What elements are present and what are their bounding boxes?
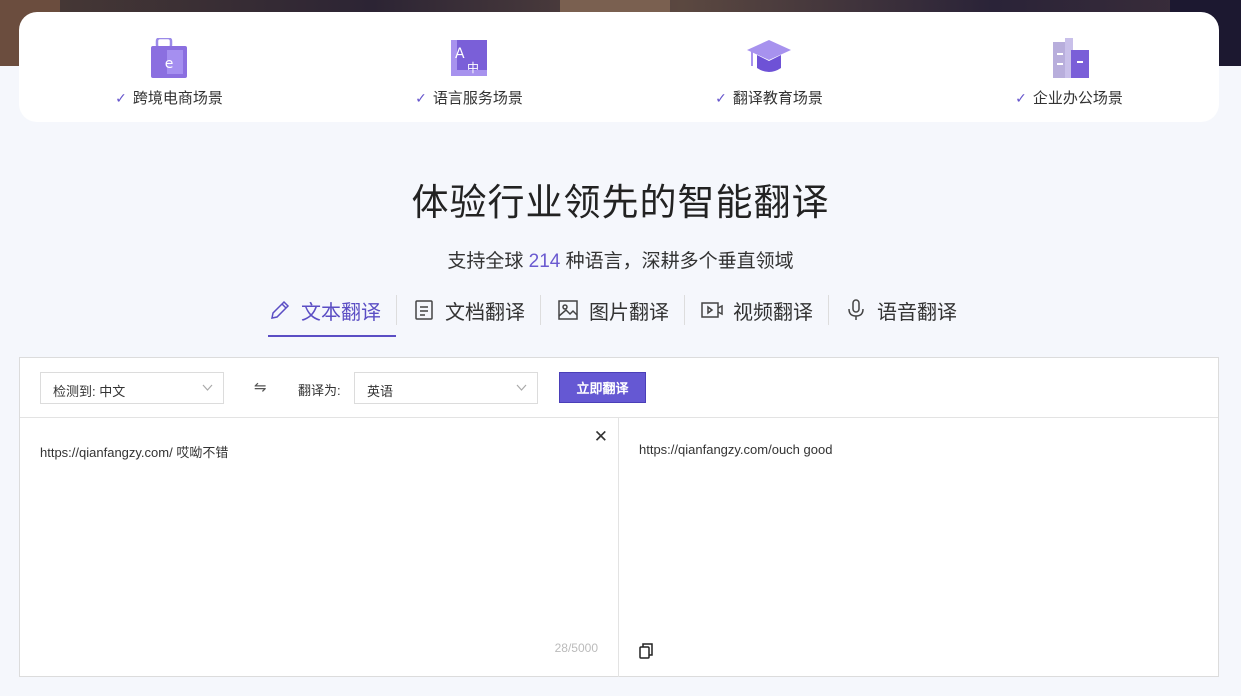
tab-label: 语音翻译	[877, 301, 957, 324]
target-language-label: 翻译为:	[298, 383, 341, 398]
page-subtitle: 支持全球 214 种语言，深耕多个垂直领域	[447, 251, 794, 272]
translation-type-tabs: 文本翻译 文档翻译 图片翻译 视频翻译 语音翻译	[268, 290, 972, 337]
target-language-select[interactable]: 英语	[354, 372, 538, 404]
scene-education[interactable]: ✓ 翻译教育场景	[619, 12, 919, 122]
tab-label: 文本翻译	[301, 301, 381, 324]
translator-panel: 检测到: 中文 ⇋ 翻译为: 英语 立即翻译 https://qianfangz…	[19, 357, 1219, 677]
tab-document-translation[interactable]: 文档翻译	[397, 290, 540, 330]
video-icon	[701, 302, 723, 318]
document-icon	[415, 300, 433, 320]
office-building-icon	[1053, 38, 1089, 78]
graduation-cap-icon	[747, 40, 791, 72]
microphone-icon	[848, 299, 864, 320]
tab-label: 视频翻译	[733, 301, 813, 324]
scene-label: 企业办公场景	[1032, 90, 1123, 107]
translator-toolbar: 检测到: 中文 ⇋ 翻译为: 英语 立即翻译	[20, 358, 1218, 418]
svg-text:A: A	[455, 46, 465, 62]
chevron-down-icon	[516, 384, 527, 391]
scene-office[interactable]: ✓ 企业办公场景	[919, 12, 1219, 122]
swap-languages-button[interactable]: ⇋	[254, 378, 267, 396]
source-text-area[interactable]: https://qianfangzy.com/ 哎呦不错 ✕ 28/5000	[20, 418, 619, 677]
pencil-icon	[271, 300, 290, 319]
tab-label: 文档翻译	[445, 301, 525, 324]
page-title: 体验行业领先的智能翻译	[411, 182, 830, 223]
shopping-bag-icon: e	[151, 38, 187, 78]
scene-language-service[interactable]: A 中 ✓ 语言服务场景	[319, 12, 619, 122]
clear-text-button[interactable]: ✕	[594, 427, 608, 447]
result-text-area: https://qianfangzy.com/ouch good	[619, 418, 1218, 677]
result-text: https://qianfangzy.com/ouch good	[639, 442, 833, 457]
scene-ecommerce[interactable]: e ✓ 跨境电商场景	[19, 12, 319, 122]
translate-now-button[interactable]: 立即翻译	[559, 372, 646, 403]
scene-label: 语言服务场景	[432, 90, 523, 107]
source-text[interactable]: https://qianfangzy.com/ 哎呦不错	[40, 442, 228, 461]
svg-text:e: e	[165, 56, 174, 72]
tab-voice-translation[interactable]: 语音翻译	[829, 290, 972, 330]
target-language-value: 英语	[367, 384, 394, 399]
scene-cards: e ✓ 跨境电商场景 A 中 ✓ 语言服务场景 ✓ 翻译教育场景 ✓ 企业办公场景	[19, 12, 1219, 122]
language-count: 214	[528, 251, 561, 272]
character-count: 28/5000	[554, 641, 598, 655]
tab-label: 图片翻译	[589, 301, 669, 324]
source-language-value: 检测到: 中文	[53, 384, 126, 399]
language-translate-icon: A 中	[451, 40, 487, 76]
chevron-down-icon	[202, 384, 213, 391]
scene-label: 翻译教育场景	[732, 90, 823, 107]
svg-text:中: 中	[467, 60, 479, 75]
copy-icon[interactable]	[639, 643, 653, 659]
source-language-select[interactable]: 检测到: 中文	[40, 372, 224, 404]
tab-image-translation[interactable]: 图片翻译	[541, 290, 684, 330]
tab-text-translation[interactable]: 文本翻译	[268, 290, 396, 337]
tab-video-translation[interactable]: 视频翻译	[685, 290, 828, 330]
scene-label: 跨境电商场景	[132, 90, 223, 107]
image-icon	[558, 300, 578, 320]
